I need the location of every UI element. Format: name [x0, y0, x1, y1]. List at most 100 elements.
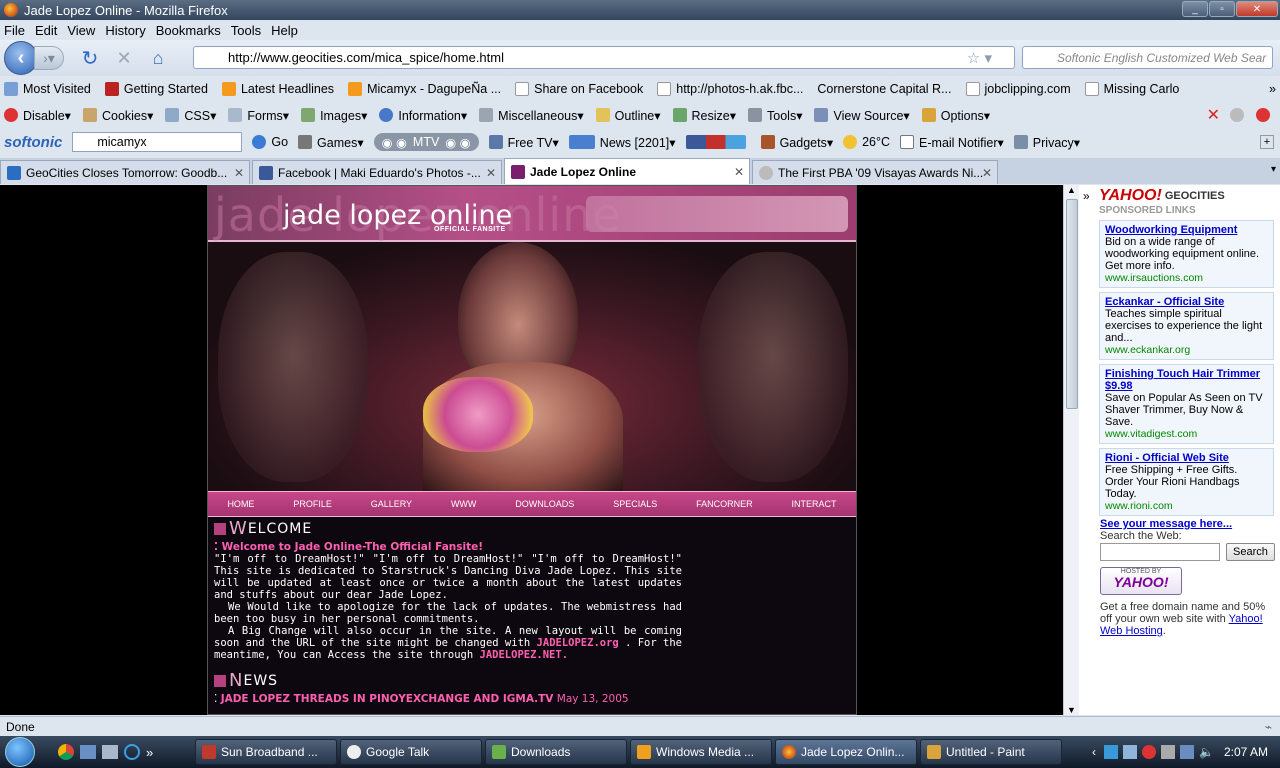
webdev-images[interactable]: Images▾ — [301, 108, 367, 123]
show-desktop-icon[interactable] — [80, 745, 96, 759]
bluetooth-icon[interactable] — [1104, 745, 1119, 759]
error-icon[interactable] — [1256, 108, 1270, 122]
menu-view[interactable]: View — [67, 23, 95, 38]
ad-3[interactable]: Finishing Touch Hair Trimmer $9.98 Save … — [1099, 364, 1274, 444]
clock[interactable]: 2:07 AM — [1224, 745, 1268, 759]
ad-2[interactable]: Eckankar - Official Site Teaches simple … — [1099, 292, 1274, 360]
webdev-miscellaneous[interactable]: Miscellaneous▾ — [479, 108, 584, 123]
close-toolbar-icon[interactable]: ✕ — [1207, 105, 1220, 125]
news-item-title[interactable]: JADE LOPEZ THREADS IN PINOYEXCHANGE AND … — [221, 693, 554, 705]
search-box[interactable]: Softonic English Customized Web Sear — [1022, 46, 1273, 69]
task-sun-broadband[interactable]: Sun Broadband ... — [195, 739, 337, 765]
softonic-news[interactable]: News [2201]▾ — [568, 135, 676, 150]
web-search-input[interactable] — [1100, 543, 1220, 561]
task-paint[interactable]: Untitled - Paint — [920, 739, 1062, 765]
bookmark-getting-started[interactable]: Getting Started — [104, 82, 208, 96]
menu-help[interactable]: Help — [271, 23, 298, 38]
webdev-outline[interactable]: Outline▾ — [595, 108, 661, 123]
softonic-freetv[interactable]: Free TV▾ — [488, 135, 559, 150]
nav-fancorner[interactable]: FANCORNER — [696, 499, 753, 509]
switch-windows-icon[interactable] — [102, 745, 118, 759]
menu-edit[interactable]: Edit — [35, 23, 57, 38]
softonic-email[interactable]: E-mail Notifier▾ — [900, 135, 1004, 150]
menu-bookmarks[interactable]: Bookmarks — [156, 23, 221, 38]
close-tab-icon[interactable]: ✕ — [982, 166, 992, 180]
webdev-view-source[interactable]: View Source▾ — [814, 108, 910, 123]
bookmark-share-facebook[interactable]: Share on Facebook — [515, 82, 643, 96]
bookmark-cornerstone[interactable]: Cornerstone Capital R... — [817, 82, 951, 96]
ie-icon[interactable] — [124, 744, 140, 760]
scroll-up-icon[interactable]: ▲ — [1067, 185, 1076, 195]
softonic-logo[interactable]: softonic — [4, 134, 62, 151]
start-button[interactable] — [0, 736, 40, 768]
webdev-forms[interactable]: Forms▾ — [228, 108, 289, 123]
tray-app-icon[interactable] — [1161, 745, 1176, 759]
webdev-tools[interactable]: Tools▾ — [748, 108, 802, 123]
social-icons[interactable] — [685, 135, 751, 149]
add-icon[interactable]: + — [1260, 135, 1274, 149]
ad-title[interactable]: Finishing Touch Hair Trimmer $9.98 — [1105, 368, 1268, 392]
nav-interact[interactable]: INTERACT — [791, 499, 836, 509]
page-scrollbar[interactable]: ▲ ▼ — [1063, 185, 1079, 715]
webdev-information[interactable]: Information▾ — [379, 108, 467, 123]
softonic-search-input[interactable]: micamyx — [72, 132, 243, 152]
ad-4[interactable]: Rioni - Official Web Site Free Shipping … — [1099, 448, 1274, 516]
collapse-sidebar-icon[interactable]: » — [1083, 189, 1090, 203]
jadelopez-net-link[interactable]: JADELOPEZ.NET. — [480, 649, 569, 661]
ad-title[interactable]: Rioni - Official Web Site — [1105, 452, 1268, 464]
tab-facebook[interactable]: Facebook | Maki Eduardo's Photos -... ✕ — [252, 160, 502, 184]
network-icon[interactable] — [1123, 745, 1138, 759]
stop-icon[interactable]: ✕ — [110, 44, 138, 72]
softonic-privacy[interactable]: Privacy▾ — [1013, 135, 1080, 150]
webdev-disable[interactable]: Disable▾ — [4, 108, 71, 123]
jadelopez-org-link[interactable]: JADELOPEZ.org — [537, 637, 619, 649]
nav-profile[interactable]: PROFILE — [293, 499, 332, 509]
scrollbar-thumb[interactable] — [1066, 199, 1078, 409]
bookmark-most-visited[interactable]: Most Visited — [4, 82, 91, 96]
close-tab-icon[interactable]: ✕ — [486, 166, 496, 180]
quick-launch-more-icon[interactable]: » — [146, 745, 153, 760]
tab-geocities[interactable]: GeoCities Closes Tomorrow: Goodb... ✕ — [0, 160, 250, 184]
radio-player[interactable]: ◉ ◉ MTV ◉ ◉ — [373, 133, 479, 151]
maximize-button[interactable]: ▫ — [1209, 1, 1235, 17]
bookmark-photos[interactable]: http://photos-h.ak.fbc... — [657, 82, 803, 96]
status-addon-icon[interactable]: ⌁ — [1265, 720, 1272, 734]
task-jade-lopez[interactable]: Jade Lopez Onlin... — [775, 739, 917, 765]
bookmark-star-icon[interactable]: ☆ ▾ — [967, 49, 992, 67]
home-icon[interactable]: ⌂ — [144, 44, 172, 72]
hosted-by-yahoo-badge[interactable]: HOSTED BY YAHOO! — [1100, 567, 1182, 595]
bookmark-jobclipping[interactable]: jobclipping.com — [965, 82, 1071, 96]
softonic-games[interactable]: Games▾ — [298, 135, 364, 150]
nav-specials[interactable]: SPECIALS — [613, 499, 657, 509]
softonic-go-button[interactable]: Go — [252, 135, 288, 149]
monitor-icon[interactable] — [1180, 745, 1195, 759]
softonic-weather[interactable]: 26°C — [843, 135, 890, 149]
nav-www[interactable]: WWW — [451, 499, 476, 509]
bookmark-missing-carlo[interactable]: Missing Carlo — [1084, 82, 1179, 96]
volume-icon[interactable]: 🔈 — [1199, 745, 1214, 759]
bookmark-micamyx[interactable]: Micamyx - DagupeÑa ... — [348, 82, 501, 96]
close-tab-icon[interactable]: ✕ — [734, 165, 744, 179]
see-your-message-link[interactable]: See your message here... — [1079, 518, 1280, 530]
menu-tools[interactable]: Tools — [231, 23, 261, 38]
web-search-button[interactable]: Search — [1226, 543, 1275, 561]
tab-jade-lopez[interactable]: Jade Lopez Online ✕ — [504, 158, 750, 184]
nav-gallery[interactable]: GALLERY — [371, 499, 412, 509]
close-window-button[interactable]: ✕ — [1236, 1, 1278, 17]
task-google-talk[interactable]: Google Talk — [340, 739, 482, 765]
task-windows-media[interactable]: Windows Media ... — [630, 739, 772, 765]
menu-file[interactable]: File — [4, 23, 25, 38]
webdev-cookies[interactable]: Cookies▾ — [82, 108, 153, 123]
chevron-right-icon[interactable]: » — [1269, 82, 1276, 96]
forward-button[interactable]: ›▾ — [34, 46, 64, 70]
close-tab-icon[interactable]: ✕ — [234, 166, 244, 180]
ad-title[interactable]: Eckankar - Official Site — [1105, 296, 1268, 308]
softonic-gadgets[interactable]: Gadgets▾ — [760, 135, 833, 150]
bookmark-latest-headlines[interactable]: Latest Headlines — [221, 82, 334, 96]
ad-1[interactable]: Woodworking Equipment Bid on a wide rang… — [1099, 220, 1274, 288]
webdev-resize[interactable]: Resize▾ — [672, 108, 736, 123]
task-downloads[interactable]: Downloads — [485, 739, 627, 765]
menu-history[interactable]: History — [105, 23, 145, 38]
webdev-css[interactable]: CSS▾ — [165, 108, 216, 123]
tray-expand-icon[interactable]: ‹ — [1092, 745, 1096, 759]
